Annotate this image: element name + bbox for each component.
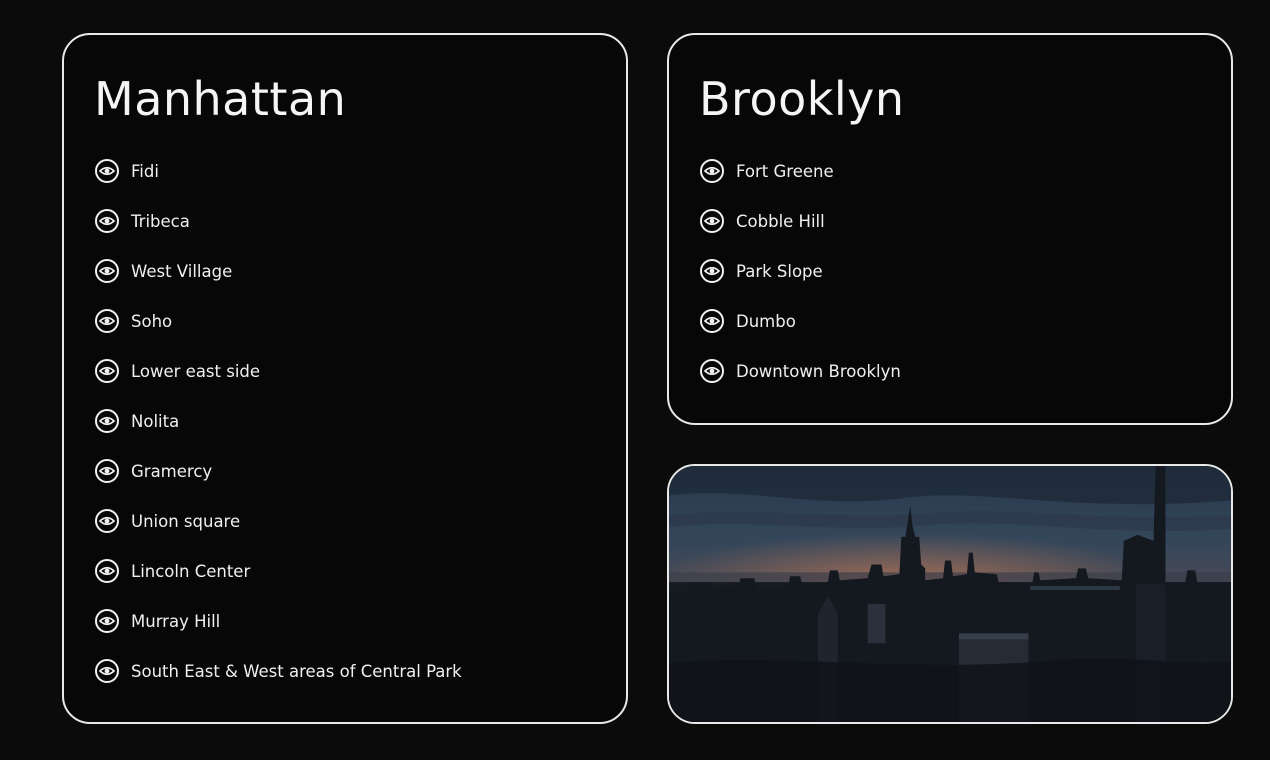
neighborhood-label: Fort Greene (736, 161, 834, 181)
eye-icon (95, 259, 119, 283)
neighborhood-label: Nolita (131, 411, 180, 431)
skyline-photo (669, 466, 1231, 722)
neighborhood-item-gramercy[interactable]: Gramercy (95, 458, 462, 484)
brooklyn-title: Brooklyn (699, 72, 905, 126)
neighborhood-item-downtown-brooklyn[interactable]: Downtown Brooklyn (700, 358, 901, 384)
eye-icon (95, 509, 119, 533)
neighborhood-label: Cobble Hill (736, 211, 825, 231)
manhattan-title: Manhattan (94, 72, 347, 126)
eye-icon (700, 209, 724, 233)
neighborhood-item-park-slope[interactable]: Park Slope (700, 258, 901, 284)
eye-icon (95, 459, 119, 483)
neighborhood-label: West Village (131, 261, 233, 281)
neighborhood-label: Gramercy (131, 461, 213, 481)
eye-icon (95, 559, 119, 583)
neighborhood-label: Lincoln Center (131, 561, 251, 581)
eye-icon (95, 659, 119, 683)
neighborhood-label: South East & West areas of Central Park (131, 661, 462, 681)
eye-icon (700, 159, 724, 183)
eye-icon (700, 359, 724, 383)
eye-icon (95, 309, 119, 333)
eye-icon (95, 209, 119, 233)
neighborhood-item-fort-greene[interactable]: Fort Greene (700, 158, 901, 184)
manhattan-card: Manhattan Fidi Tribeca West Village Soho… (62, 33, 628, 724)
manhattan-neighborhood-list: Fidi Tribeca West Village Soho Lower eas… (95, 158, 462, 708)
neighborhood-label: Murray Hill (131, 611, 221, 631)
neighborhood-item-murray-hill[interactable]: Murray Hill (95, 608, 462, 634)
neighborhood-item-cobble-hill[interactable]: Cobble Hill (700, 208, 901, 234)
neighborhood-item-tribeca[interactable]: Tribeca (95, 208, 462, 234)
neighborhood-label: Lower east side (131, 361, 261, 381)
neighborhood-label: Dumbo (736, 311, 796, 331)
neighborhood-item-soho[interactable]: Soho (95, 308, 462, 334)
neighborhood-label: Fidi (131, 161, 159, 181)
neighborhood-item-nolita[interactable]: Nolita (95, 408, 462, 434)
eye-icon (95, 159, 119, 183)
eye-icon (95, 359, 119, 383)
neighborhood-label: Union square (131, 511, 241, 531)
neighborhood-item-fidi[interactable]: Fidi (95, 158, 462, 184)
neighborhood-item-lincoln-center[interactable]: Lincoln Center (95, 558, 462, 584)
eye-icon (95, 609, 119, 633)
eye-icon (95, 409, 119, 433)
brooklyn-neighborhood-list: Fort Greene Cobble Hill Park Slope Dumbo… (700, 158, 901, 408)
neighborhood-label: Tribeca (131, 211, 190, 231)
brooklyn-card: Brooklyn Fort Greene Cobble Hill Park Sl… (667, 33, 1233, 425)
neighborhood-label: Soho (131, 311, 173, 331)
neighborhood-item-dumbo[interactable]: Dumbo (700, 308, 901, 334)
eye-icon (700, 309, 724, 333)
eye-icon (700, 259, 724, 283)
neighborhood-item-lower-east-side[interactable]: Lower east side (95, 358, 462, 384)
neighborhood-label: Park Slope (736, 261, 823, 281)
neighborhood-label: Downtown Brooklyn (736, 361, 901, 381)
neighborhood-item-west-village[interactable]: West Village (95, 258, 462, 284)
skyline-photo-card (667, 464, 1233, 724)
neighborhood-item-central-park[interactable]: South East & West areas of Central Park (95, 658, 462, 684)
neighborhood-item-union-square[interactable]: Union square (95, 508, 462, 534)
